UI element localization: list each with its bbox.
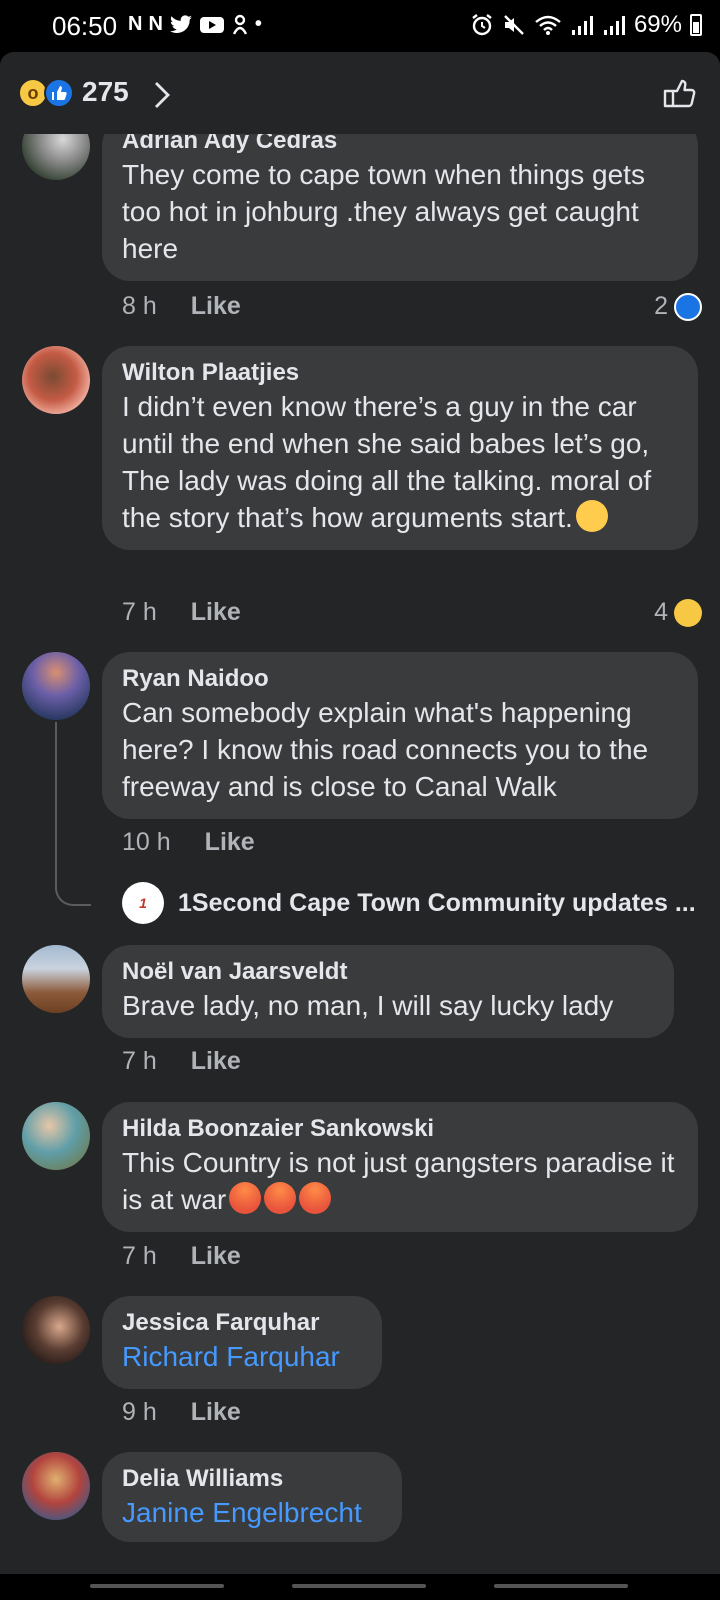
recent-apps-button[interactable]	[90, 1584, 224, 1588]
comment-meta: 7 h Like	[122, 598, 241, 627]
comment-text: They come to cape town when things gets …	[122, 159, 645, 264]
comment-author[interactable]: Delia Williams	[122, 1464, 382, 1494]
avatar[interactable]	[22, 1102, 90, 1170]
comment-author[interactable]: Wilton Plaatjies	[122, 358, 678, 388]
comment-time[interactable]: 10 h	[122, 828, 171, 857]
news-app-icon: N	[148, 13, 163, 35]
alarm-icon	[472, 14, 492, 36]
comment-bubble[interactable]: Wilton Plaatjies I didn’t even know ther…	[102, 346, 698, 550]
comment-meta: 7 h Like	[122, 1242, 241, 1271]
reactions-summary[interactable]: o	[18, 78, 78, 110]
comment-author[interactable]: Ryan Naidoo	[122, 664, 678, 694]
comment-meta: 8 h Like	[122, 292, 241, 321]
avatar[interactable]	[22, 652, 90, 720]
like-link[interactable]: Like	[191, 292, 241, 321]
status-time: 06:50	[52, 11, 118, 41]
comment-text-body: This Country is not just gangsters parad…	[122, 1147, 675, 1215]
youtube-icon	[199, 16, 224, 33]
reaction-summary[interactable]: 4	[654, 598, 702, 627]
battery-percent: 69%	[633, 11, 682, 38]
comment-meta: 7 h Like	[122, 1047, 241, 1076]
reaction-count: 4	[654, 598, 668, 626]
comment-text: I didn’t even know there’s a guy in the …	[122, 388, 678, 536]
wifi-icon	[535, 15, 561, 35]
comment-meta: 9 h Like	[122, 1398, 241, 1427]
like-link[interactable]: Like	[191, 1398, 241, 1427]
comment-meta: 10 h Like	[122, 828, 255, 857]
avatar[interactable]	[22, 1452, 90, 1520]
back-button[interactable]	[494, 1584, 628, 1588]
comment-bubble[interactable]: Hilda Boonzaier Sankowski This Country i…	[102, 1102, 698, 1232]
tagged-user-link[interactable]: Janine Engelbrecht	[122, 1497, 362, 1528]
reaction-summary[interactable]: 2	[654, 292, 702, 321]
comment-text: This Country is not just gangsters parad…	[122, 1144, 678, 1218]
comment-text-body: I didn’t even know there’s a guy in the …	[122, 391, 652, 533]
tagged-user-link[interactable]: Richard Farquhar	[122, 1341, 340, 1372]
like-reaction-icon	[44, 78, 74, 108]
signal-icon	[603, 16, 625, 35]
like-link[interactable]: Like	[191, 1242, 241, 1271]
like-link[interactable]: Like	[191, 598, 241, 627]
comment-text: Richard Farquhar	[122, 1338, 362, 1375]
angry-emoji-icon	[229, 1182, 262, 1214]
comment-author[interactable]: Noël van Jaarsveldt	[122, 957, 654, 987]
comment-time[interactable]: 8 h	[122, 292, 157, 321]
reaction-count: 2	[654, 292, 668, 320]
avatar[interactable]	[22, 945, 90, 1013]
more-notifications-dot: •	[254, 13, 262, 35]
comments-sheet: o 275 Adrian Ady Cedras They come to cap…	[0, 52, 720, 1574]
like-link[interactable]: Like	[191, 1047, 241, 1076]
angry-emoji-icon	[299, 1182, 332, 1214]
reaction-count[interactable]: 275	[82, 76, 129, 108]
comment-bubble[interactable]: Jessica Farquhar Richard Farquhar	[102, 1296, 382, 1389]
twitter-icon	[169, 14, 192, 33]
chevron-right-icon[interactable]	[152, 80, 172, 110]
notification-icons: N N •	[128, 13, 262, 36]
comment-time[interactable]: 7 h	[122, 1242, 157, 1271]
comment-author[interactable]: Hilda Boonzaier Sankowski	[122, 1114, 678, 1144]
comment-time[interactable]: 7 h	[122, 1047, 157, 1076]
like-link[interactable]: Like	[205, 828, 255, 857]
status-bar: 06:50 N N • 69%	[0, 0, 720, 52]
haha-reaction-icon	[674, 598, 702, 627]
app-icon	[232, 14, 247, 35]
comment-text: Brave lady, no man, I will say lucky lad…	[122, 990, 614, 1021]
avatar[interactable]	[22, 346, 90, 414]
comment-text: Janine Engelbrecht	[122, 1494, 382, 1531]
home-button[interactable]	[292, 1584, 426, 1588]
angry-emoji-icon	[264, 1182, 297, 1214]
avatar[interactable]	[22, 1296, 90, 1364]
mute-icon	[504, 15, 524, 35]
view-replies-row[interactable]: 1 1Second Cape Town Community updates ..…	[122, 882, 696, 924]
battery-icon	[690, 14, 702, 36]
smile-emoji-icon	[575, 500, 608, 532]
reply-thread-line	[55, 722, 91, 906]
comment-bubble[interactable]: Delia Williams Janine Engelbrecht	[102, 1452, 402, 1542]
comment-time[interactable]: 9 h	[122, 1398, 157, 1427]
reply-avatar: 1	[122, 882, 164, 924]
signal-icon	[571, 16, 593, 35]
comment-text: Can somebody explain what's happening he…	[122, 697, 649, 802]
like-button-icon[interactable]	[660, 74, 700, 114]
comment-time[interactable]: 7 h	[122, 598, 157, 627]
comment-bubble[interactable]: Noël van Jaarsveldt Brave lady, no man, …	[102, 945, 674, 1038]
status-right: 69%	[470, 11, 702, 39]
comment-author[interactable]: Jessica Farquhar	[122, 1308, 362, 1338]
comment-bubble[interactable]: Adrian Ady Cedras They come to cape town…	[102, 118, 698, 281]
reply-author[interactable]: 1Second Cape Town Community updates ...	[178, 889, 696, 918]
news-app-icon: N	[128, 13, 143, 35]
comment-bubble[interactable]: Ryan Naidoo Can somebody explain what's …	[102, 652, 698, 819]
reactions-header: o 275	[0, 52, 720, 134]
system-nav-bar	[0, 1574, 720, 1600]
like-reaction-icon	[674, 292, 702, 321]
